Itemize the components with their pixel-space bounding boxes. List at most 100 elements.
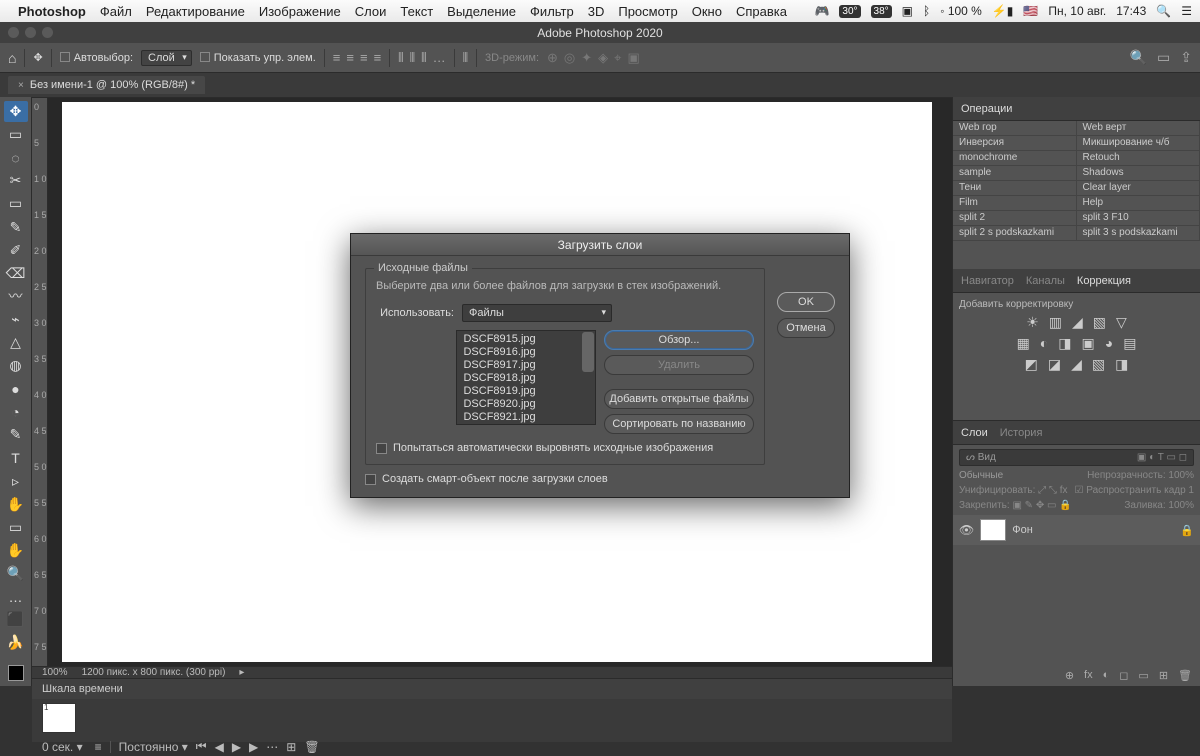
adjust-row-1[interactable]: ☀▥◢▧▽ [959, 314, 1194, 331]
next-frame-icon[interactable]: ▶ [249, 740, 258, 754]
tool-23[interactable]: 🍌 [4, 632, 28, 653]
layer-name[interactable]: Фон [1012, 524, 1033, 536]
tool-16[interactable]: ▹ [4, 471, 28, 492]
file-item[interactable]: DSCF8916.jpg [457, 346, 595, 359]
ok-button[interactable]: OK [777, 292, 835, 312]
blend-mode-dropdown[interactable]: Обычные [959, 470, 1049, 481]
action-item[interactable]: sample [953, 166, 1077, 181]
layers-tab[interactable]: Слои [961, 427, 988, 439]
cancel-button[interactable]: Отмена [777, 318, 835, 338]
prev-frame-icon[interactable]: ◀ [215, 740, 224, 754]
file-item[interactable]: DSCF8915.jpg [457, 333, 595, 346]
tool-22[interactable]: ⬛ [4, 609, 28, 630]
menu-filter[interactable]: Фильтр [530, 4, 574, 19]
action-item[interactable]: monochrome [953, 151, 1077, 166]
navigator-tab[interactable]: Навигатор [961, 275, 1014, 287]
lang-flag[interactable]: 🇺🇸 [1023, 4, 1038, 18]
distribute-icons[interactable]: ⫴⫴⫴… [398, 50, 445, 66]
action-item[interactable]: Help [1077, 196, 1200, 211]
menu-edit[interactable]: Редактирование [146, 4, 245, 19]
wifi-icon[interactable]: ◦ 100 % [940, 4, 982, 18]
move-tool-icon[interactable]: ✥ [33, 51, 42, 64]
align-icons[interactable]: ≡≡≡≡ [333, 50, 381, 65]
tool-11[interactable]: ◍ [4, 355, 28, 376]
action-item[interactable]: split 2 [953, 211, 1077, 226]
tool-18[interactable]: ▭ [4, 517, 28, 538]
browse-button[interactable]: Обзор... [604, 330, 754, 350]
tool-13[interactable]: ◔ [4, 401, 28, 422]
tool-19[interactable]: ✋ [4, 540, 28, 561]
loop-dropdown[interactable]: Постоянно ▾ [119, 740, 188, 754]
file-item[interactable]: DSCF8921.jpg [457, 411, 595, 424]
action-item[interactable]: split 2 s podskazkami [953, 226, 1077, 241]
menu-help[interactable]: Справка [736, 4, 787, 19]
tool-4[interactable]: ▭ [4, 193, 28, 214]
layer-row[interactable]: 👁 Фон 🔒 [953, 515, 1200, 545]
play-icon[interactable]: ▶ [232, 740, 241, 754]
action-item[interactable]: Инверсия [953, 136, 1077, 151]
use-dropdown[interactable]: Файлы [462, 304, 612, 322]
3d-mode-icons[interactable]: ⫴ [463, 50, 468, 66]
tween-icon[interactable]: ⋯ [266, 740, 278, 754]
spotlight-icon[interactable]: 🔍 [1156, 4, 1171, 18]
delete-frame-icon[interactable]: 🗑 [304, 740, 319, 754]
tool-1[interactable]: ▭ [4, 124, 28, 145]
layer-thumbnail[interactable] [980, 519, 1006, 541]
action-item[interactable]: Clear layer [1077, 181, 1200, 196]
file-item[interactable]: DSCF8919.jpg [457, 385, 595, 398]
sort-by-name-button[interactable]: Сортировать по названию [604, 414, 754, 434]
close-tab-icon[interactable]: × [18, 80, 24, 91]
menu-image[interactable]: Изображение [259, 4, 341, 19]
tool-8[interactable]: 〰 [4, 286, 28, 307]
3d-icons[interactable]: ⊕◎✦◈⌖▣ [547, 50, 640, 66]
layer-filter[interactable]: ᔕ Вид▣ ◐ T ▭ ◻ [959, 449, 1194, 466]
tool-5[interactable]: ✎ [4, 216, 28, 237]
tool-20[interactable]: 🔍 [4, 563, 28, 584]
action-item[interactable]: split 3 F10 [1077, 211, 1200, 226]
action-item[interactable]: Retouch [1077, 151, 1200, 166]
menu-app[interactable]: Photoshop [18, 4, 86, 19]
autoalign-checkbox[interactable]: Попытаться автоматически выровнять исход… [376, 442, 754, 454]
action-item[interactable]: Web гор [953, 121, 1077, 136]
remove-button[interactable]: Удалить [604, 355, 754, 375]
timeline-frame[interactable]: 1 [42, 703, 76, 733]
frametime-dropdown[interactable]: 0 сек. ▾ [42, 740, 83, 754]
tool-6[interactable]: ✐ [4, 240, 28, 261]
display-icon[interactable]: ▣ [902, 4, 913, 18]
adjustments-tab[interactable]: Коррекция [1077, 275, 1131, 287]
tool-14[interactable]: ✎ [4, 424, 28, 445]
traffic-lights[interactable] [8, 27, 53, 38]
actions-tab[interactable]: Операции [961, 103, 1012, 115]
menu-layers[interactable]: Слои [355, 4, 387, 19]
layer-footer-icons[interactable]: ⊕fx◐◻▭⊞🗑 [953, 665, 1200, 686]
menu-window[interactable]: Окно [692, 4, 722, 19]
control-center-icon[interactable]: ☰ [1181, 4, 1192, 18]
autoselect-dropdown[interactable]: Слой [141, 50, 192, 66]
actions-list[interactable]: Web горWeb вертИнверсияМикширование ч/бm… [953, 121, 1200, 241]
tool-9[interactable]: ⌁ [4, 309, 28, 330]
file-item[interactable]: DSCF8917.jpg [457, 359, 595, 372]
tool-21[interactable]: … [4, 586, 28, 607]
menubar-date[interactable]: Пн, 10 авг. [1048, 4, 1106, 18]
adjust-row-2[interactable]: ▦◐◨▣◕▤ [959, 335, 1194, 352]
smartobject-checkbox[interactable]: Создать смарт-объект после загрузки слое… [365, 473, 765, 485]
action-item[interactable]: Film [953, 196, 1077, 211]
panel-icon[interactable]: ▭ [1157, 49, 1170, 66]
tool-2[interactable]: ◌ [4, 147, 28, 168]
add-open-files-button[interactable]: Добавить открытые файлы [604, 389, 754, 409]
first-frame-icon[interactable]: ⏮ [196, 739, 207, 754]
search-icon[interactable]: 🔍 [1130, 49, 1147, 66]
tool-0[interactable]: ✥ [4, 101, 28, 122]
file-item[interactable]: DSCF8918.jpg [457, 372, 595, 385]
menu-3d[interactable]: 3D [588, 4, 605, 19]
home-icon[interactable]: ⌂ [8, 50, 16, 66]
showcontrols-checkbox[interactable]: Показать упр. элем. [200, 52, 316, 64]
tool-15[interactable]: T [4, 447, 28, 468]
tool-12[interactable]: ● [4, 378, 28, 399]
history-tab[interactable]: История [1000, 427, 1043, 439]
action-item[interactable]: split 3 s podskazkami [1077, 226, 1200, 241]
action-item[interactable]: Микширование ч/б [1077, 136, 1200, 151]
color-swatches[interactable] [4, 659, 28, 686]
tool-7[interactable]: ⌫ [4, 263, 28, 284]
adjust-row-3[interactable]: ◩◪◢▧◨ [959, 356, 1194, 373]
